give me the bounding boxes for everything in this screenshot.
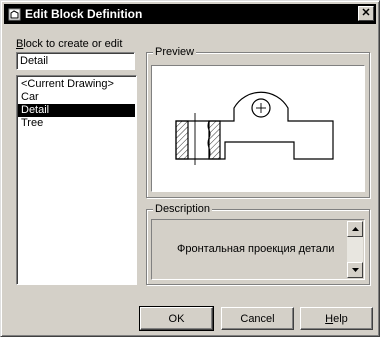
description-field[interactable]: Фронтальная проекция детали xyxy=(151,219,365,280)
description-title: Description xyxy=(153,203,213,215)
preview-title: Preview xyxy=(153,46,197,58)
help-button[interactable]: Help xyxy=(300,307,373,330)
block-preview-drawing xyxy=(175,91,334,165)
close-button[interactable]: ✕ xyxy=(358,6,374,21)
block-name-value: Detail xyxy=(20,55,49,67)
description-text: Фронтальная проекция детали xyxy=(177,243,335,255)
cancel-button[interactable]: Cancel xyxy=(221,307,294,330)
list-item-tree[interactable]: Tree xyxy=(18,117,135,130)
ok-button-label: OK xyxy=(168,312,185,325)
help-button-label: Help xyxy=(325,312,348,325)
description-scrollbar[interactable] xyxy=(347,221,363,278)
arrow-up-icon xyxy=(351,227,359,231)
list-item-detail[interactable]: Detail xyxy=(18,104,135,117)
edit-block-definition-dialog: Edit Block Definition ✕ Block to create … xyxy=(0,0,380,337)
description-group: Description Фронтальная проекция детали xyxy=(146,203,370,285)
block-list[interactable]: <Current Drawing> Car Detail Tree xyxy=(16,75,137,285)
ok-button[interactable]: OK xyxy=(139,306,214,331)
block-icon xyxy=(7,7,21,21)
block-name-input[interactable]: Detail xyxy=(16,52,135,70)
arrow-down-icon xyxy=(351,268,359,272)
scroll-down-button[interactable] xyxy=(347,262,363,278)
preview-image xyxy=(151,65,365,192)
block-name-label: Block to create or edit xyxy=(16,38,123,50)
preview-group: Preview xyxy=(146,46,370,198)
list-item-current-drawing[interactable]: <Current Drawing> xyxy=(18,78,135,91)
list-item-car[interactable]: Car xyxy=(18,91,135,104)
title-bar[interactable]: Edit Block Definition ✕ xyxy=(4,4,376,24)
close-icon: ✕ xyxy=(361,7,371,19)
dialog-title: Edit Block Definition xyxy=(25,7,143,21)
cancel-button-label: Cancel xyxy=(240,312,275,325)
scroll-up-button[interactable] xyxy=(347,221,363,237)
